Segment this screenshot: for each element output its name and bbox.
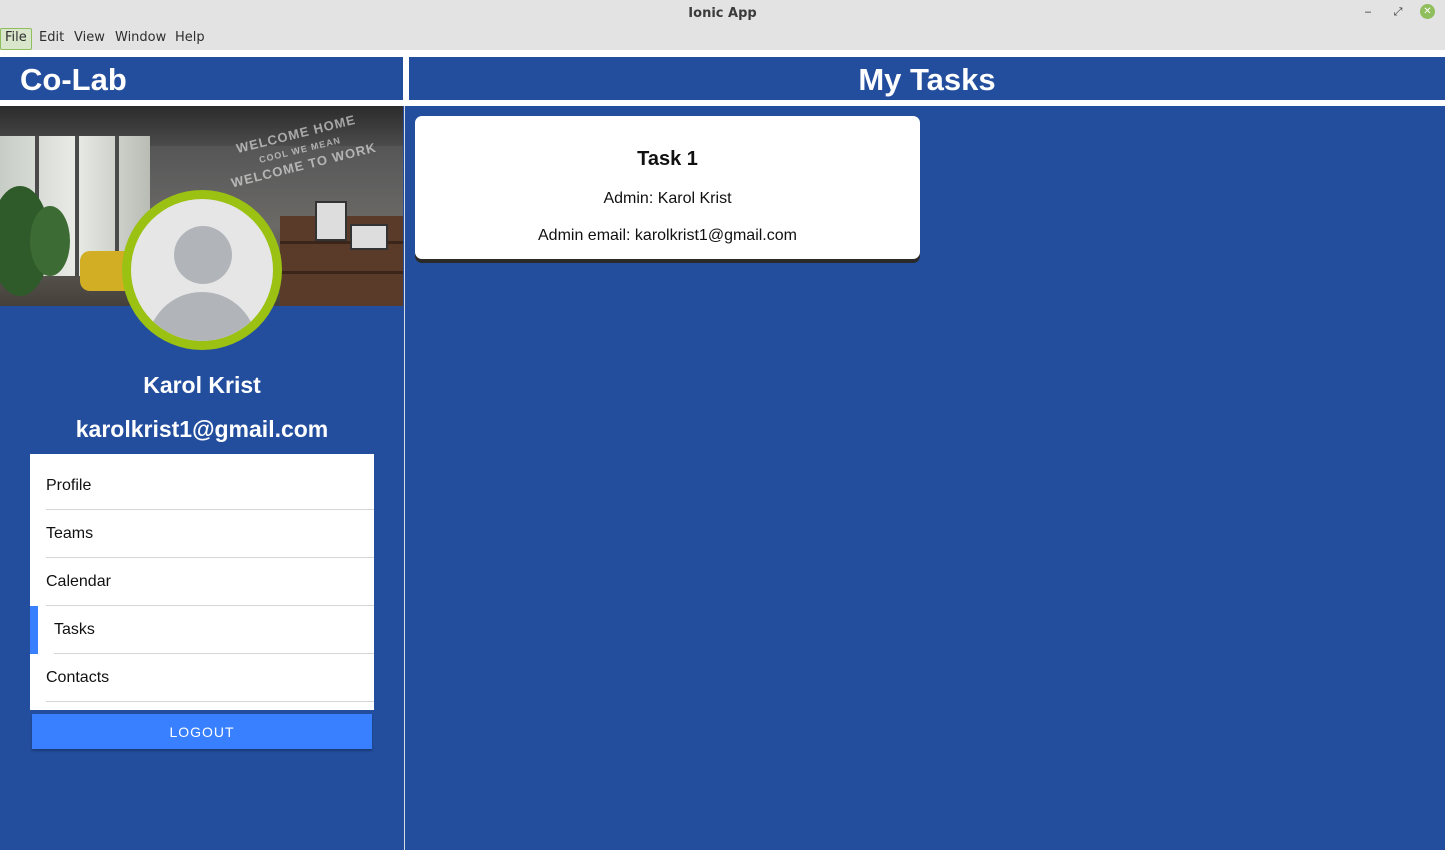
menu-help[interactable]: Help bbox=[171, 28, 209, 48]
avatar-placeholder-icon bbox=[131, 199, 273, 341]
task-title: Task 1 bbox=[637, 148, 698, 170]
user-name: Karol Krist bbox=[143, 372, 261, 398]
avatar-head bbox=[174, 226, 232, 284]
task-admin-email: Admin email: karolkrist1@gmail.com bbox=[538, 227, 797, 244]
maximize-icon[interactable]: ⤢ bbox=[1390, 4, 1406, 20]
minimize-icon[interactable]: ‒ bbox=[1360, 4, 1376, 20]
sidebar-item-teams[interactable]: Teams bbox=[30, 510, 374, 558]
sidebar-item-label: Teams bbox=[46, 525, 94, 542]
menu-view[interactable]: View bbox=[70, 28, 109, 48]
user-email: karolkrist1@gmail.com bbox=[75, 416, 329, 442]
sidebar-item-contacts[interactable]: Contacts bbox=[30, 654, 374, 702]
cover-frame bbox=[315, 201, 347, 241]
logout-button[interactable]: LOGOUT bbox=[32, 714, 372, 749]
divider bbox=[46, 701, 374, 702]
window-titlebar: Ionic App ‒ ⤢ ✕ bbox=[0, 0, 1445, 27]
active-indicator bbox=[30, 606, 38, 654]
task-admin: Admin: Karol Krist bbox=[603, 190, 732, 207]
cover-plant bbox=[30, 206, 70, 276]
window-title: Ionic App bbox=[688, 6, 757, 21]
page-header: My Tasks bbox=[409, 57, 1445, 100]
cover-frame bbox=[350, 224, 388, 250]
menu-file[interactable]: File bbox=[0, 28, 32, 50]
sidebar-item-label: Calendar bbox=[46, 573, 111, 590]
close-icon[interactable]: ✕ bbox=[1420, 4, 1435, 19]
cover-mullion bbox=[75, 136, 79, 276]
shelf-row bbox=[280, 271, 403, 274]
divider bbox=[403, 50, 409, 106]
menu-window[interactable]: Window bbox=[111, 28, 170, 48]
sidebar-item-profile[interactable]: Profile bbox=[30, 462, 374, 510]
sidebar: WELCOME HOME COOL WE MEAN WELCOME TO WOR… bbox=[0, 106, 404, 850]
sidebar-item-tasks[interactable]: Tasks bbox=[30, 606, 374, 654]
sidebar-header: Co-Lab bbox=[0, 57, 403, 100]
page-title: My Tasks bbox=[858, 62, 996, 97]
divider bbox=[0, 50, 1445, 57]
sidebar-item-label: Tasks bbox=[54, 621, 95, 638]
avatar-body bbox=[147, 292, 257, 341]
app-title: Co-Lab bbox=[20, 62, 127, 97]
sidebar-item-label: Profile bbox=[46, 477, 92, 494]
task-card[interactable]: Task 1 Admin: Karol Krist Admin email: k… bbox=[415, 116, 920, 259]
sidebar-item-label: Contacts bbox=[46, 669, 110, 686]
menu-edit[interactable]: Edit bbox=[35, 28, 68, 48]
avatar bbox=[122, 190, 282, 350]
sidebar-item-calendar[interactable]: Calendar bbox=[30, 558, 374, 606]
main-content: Task 1 Admin: Karol Krist Admin email: k… bbox=[405, 106, 1445, 850]
menubar: File Edit View Window Help bbox=[0, 26, 1445, 50]
nav-list: Profile Teams Calendar Tasks Contacts bbox=[30, 454, 374, 710]
